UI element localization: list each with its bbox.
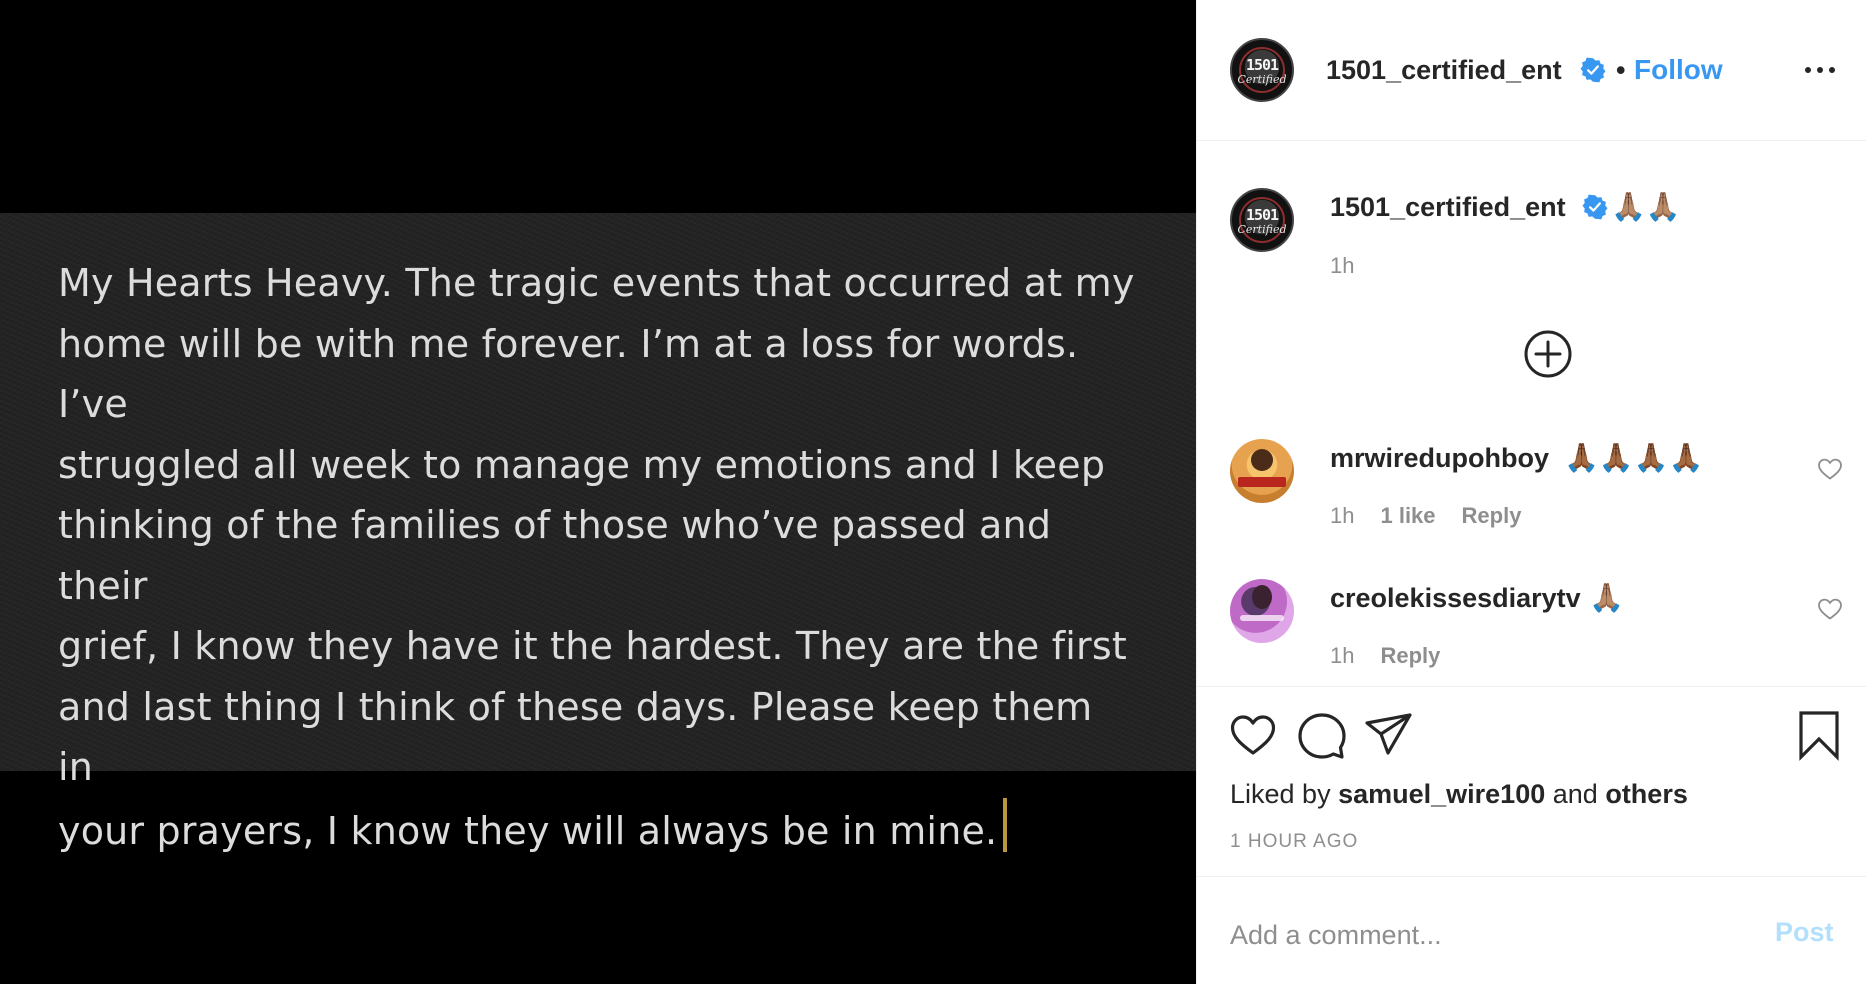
avatar-banner bbox=[1238, 477, 1286, 487]
caption-timestamp: 1h bbox=[1330, 253, 1355, 278]
comment-input[interactable] bbox=[1230, 915, 1730, 955]
comment-timestamp: 1h bbox=[1330, 503, 1355, 528]
commenter-username[interactable]: creolekissesdiarytv bbox=[1330, 583, 1581, 614]
paper-plane-icon[interactable] bbox=[1363, 709, 1415, 761]
reply-button[interactable]: Reply bbox=[1380, 643, 1440, 668]
comment-meta: 1h 1 like Reply bbox=[1330, 503, 1547, 529]
likes-prefix: Liked by bbox=[1230, 779, 1331, 809]
post-header: 1501 Certified 1501_certified_ent • Foll… bbox=[1197, 0, 1866, 141]
more-options-icon[interactable] bbox=[1803, 58, 1837, 82]
comment-text: 🙏🏽 bbox=[1589, 582, 1624, 613]
post-text-line: struggled all week to manage my emotions… bbox=[58, 442, 1106, 487]
comment-text: 🙏🏾🙏🏾🙏🏾🙏🏾 bbox=[1564, 442, 1704, 473]
comment-likes-link[interactable]: 1 like bbox=[1380, 503, 1435, 528]
commenter-avatar[interactable] bbox=[1230, 439, 1294, 503]
liked-by-user-link[interactable]: samuel_wire100 bbox=[1338, 779, 1545, 809]
post-text-line: your prayers, I know they will always be… bbox=[58, 808, 998, 853]
post-text-line: home will be with me forever. I’m at a l… bbox=[58, 321, 1079, 427]
reply-button[interactable]: Reply bbox=[1462, 503, 1522, 528]
post-actions: Liked by samuel_wire100 and others 1 HOU… bbox=[1197, 686, 1866, 876]
author-username[interactable]: 1501_certified_ent bbox=[1326, 55, 1562, 86]
comment-item: creolekissesdiarytv 🙏🏽 1h Reply bbox=[1197, 579, 1866, 685]
avatar-logo-script: Certified bbox=[1237, 73, 1287, 86]
commenter-avatar[interactable] bbox=[1230, 579, 1294, 643]
verified-badge-icon bbox=[1580, 57, 1606, 83]
comment-meta: 1h Reply bbox=[1330, 643, 1466, 669]
comment-item: mrwiredupohboy 🙏🏾🙏🏾🙏🏾🙏🏾 1h 1 like Reply bbox=[1197, 439, 1866, 559]
caption-avatar[interactable]: 1501 Certified bbox=[1230, 188, 1294, 252]
likes-conjunction: and bbox=[1552, 779, 1598, 809]
author-avatar[interactable]: 1501 Certified bbox=[1230, 38, 1294, 102]
avatar-logo-text: 1501 bbox=[1245, 56, 1279, 75]
comments-section: 1501 Certified 1501_certified_ent 🙏🏽🙏🏽 1… bbox=[1197, 142, 1866, 685]
add-comment-bar: Post bbox=[1197, 876, 1866, 984]
post-text-line: thinking of the families of those who’ve… bbox=[58, 503, 1052, 608]
comment-like-icon[interactable] bbox=[1817, 457, 1843, 481]
caption-username[interactable]: 1501_certified_ent bbox=[1330, 192, 1566, 223]
caption-text: 🙏🏽🙏🏽 bbox=[1611, 191, 1681, 222]
bookmark-icon[interactable] bbox=[1793, 709, 1845, 761]
comment-icon[interactable] bbox=[1296, 709, 1348, 761]
text-image-card: My Hearts Heavy. The tragic events that … bbox=[0, 213, 1196, 853]
post-timestamp: 1 HOUR AGO bbox=[1230, 831, 1359, 852]
header-separator: • bbox=[1616, 55, 1626, 85]
avatar-script bbox=[1240, 615, 1284, 621]
post-image-text: My Hearts Heavy. The tragic events that … bbox=[58, 253, 1138, 861]
plus-circle-icon[interactable] bbox=[1523, 329, 1573, 379]
verified-badge-icon bbox=[1582, 194, 1608, 220]
comment-timestamp: 1h bbox=[1330, 643, 1355, 668]
post-sidebar: 1501 Certified 1501_certified_ent • Foll… bbox=[1196, 0, 1866, 984]
avatar-face bbox=[1252, 585, 1272, 609]
likes-summary: Liked by samuel_wire100 and others bbox=[1230, 779, 1688, 810]
comment-like-icon[interactable] bbox=[1817, 597, 1843, 621]
post-text-line-last: your prayers, I know they will always be… bbox=[58, 797, 1138, 862]
post-text-line: My Hearts Heavy. The tragic events that … bbox=[58, 261, 1135, 305]
avatar-face bbox=[1251, 449, 1273, 471]
avatar-logo-script: Certified bbox=[1237, 223, 1287, 236]
text-cursor bbox=[1003, 797, 1008, 852]
post-media: My Hearts Heavy. The tragic events that … bbox=[0, 0, 1196, 984]
follow-button[interactable]: Follow bbox=[1634, 54, 1723, 86]
liked-by-others-link[interactable]: others bbox=[1605, 779, 1688, 809]
heart-icon[interactable] bbox=[1227, 709, 1279, 761]
commenter-username[interactable]: mrwiredupohboy bbox=[1330, 443, 1549, 474]
post-comment-button[interactable]: Post bbox=[1775, 917, 1834, 948]
post-text-line: grief, I know they have it the hardest. … bbox=[58, 624, 1127, 668]
avatar-logo-text: 1501 bbox=[1245, 206, 1279, 225]
post-text-line: and last thing I think of these days. Pl… bbox=[58, 684, 1093, 790]
